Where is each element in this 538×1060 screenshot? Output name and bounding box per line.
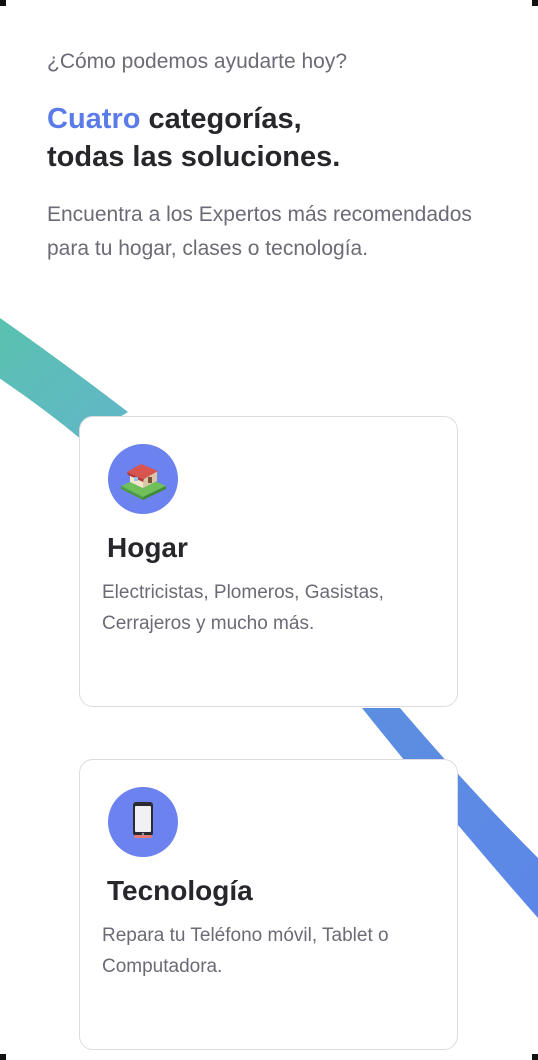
corner-marker-top-right xyxy=(532,0,538,6)
smartphone-icon xyxy=(108,787,178,857)
category-card-tecnologia[interactable]: Tecnología Repara tu Teléfono móvil, Tab… xyxy=(79,759,458,1050)
headline-accent: Cuatro xyxy=(47,103,141,135)
headline-line2: todas las soluciones. xyxy=(47,141,341,173)
category-description: Electricistas, Plomeros, Gasistas, Cerra… xyxy=(102,582,384,634)
section-headline: Cuatro categorías, todas las soluciones. xyxy=(47,100,507,176)
category-title: Tecnología xyxy=(107,875,253,906)
house-icon xyxy=(108,444,178,514)
headline-rest: categorías, xyxy=(140,103,302,135)
section-eyebrow: ¿Cómo podemos ayudarte hoy? xyxy=(47,50,347,73)
corner-marker-bottom-left xyxy=(0,1054,6,1060)
corner-marker-bottom-right xyxy=(532,1054,538,1060)
section-intro: Encuentra a los Expertos más recomendado… xyxy=(47,203,472,260)
category-card-hogar[interactable]: Hogar Electricistas, Plomeros, Gasistas,… xyxy=(79,416,458,707)
corner-marker-top-left xyxy=(0,0,6,6)
category-description: Repara tu Teléfono móvil, Tablet o Compu… xyxy=(102,925,389,977)
category-title: Hogar xyxy=(107,532,188,563)
